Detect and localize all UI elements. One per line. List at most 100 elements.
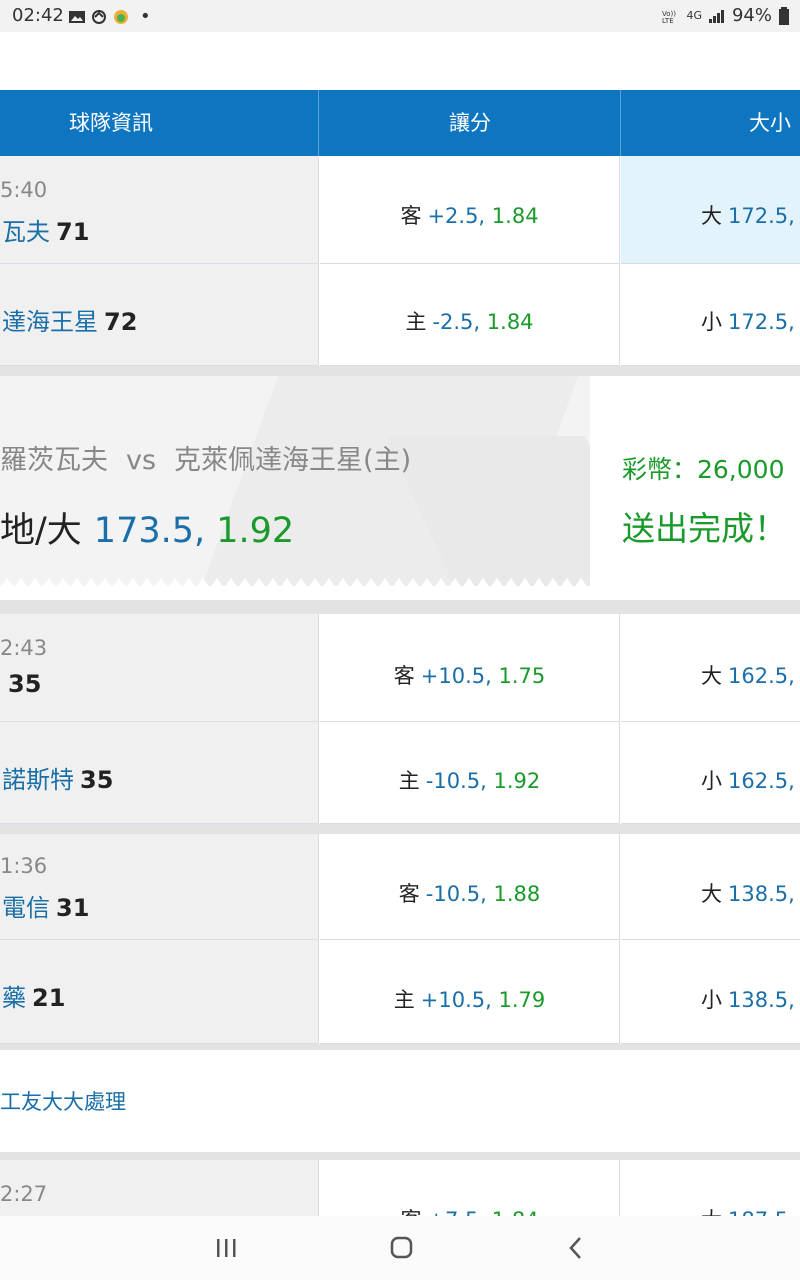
team-name: 諾斯特: [2, 766, 74, 794]
team-score: 35: [80, 766, 114, 794]
game-time: 2:43: [0, 636, 48, 660]
team-score: 72: [104, 308, 138, 336]
total-over-button[interactable]: 大 187.5,: [621, 1160, 800, 1216]
team-score: 71: [56, 218, 90, 246]
spread-price: 1.84: [492, 1208, 539, 1216]
spread-line: -10.5,: [425, 769, 487, 793]
spread-line: -2.5,: [432, 310, 481, 334]
spread-line: +7.5,: [427, 1208, 485, 1216]
total-side: 小: [701, 769, 722, 793]
spread-side: 主: [398, 769, 420, 793]
ticket-vs: vs: [126, 445, 157, 476]
spread-away-button[interactable]: 客 +7.5, 1.84: [320, 1160, 620, 1216]
ticket-bet-label: 地/大: [0, 511, 82, 551]
spread-line: +10.5,: [420, 988, 492, 1012]
header-spread: 讓分: [449, 111, 491, 135]
ticket-matchup: 羅茨瓦夫 vs 克萊佩達海王星(主): [0, 438, 411, 477]
status-time: 02:42: [12, 5, 64, 26]
total-over-button[interactable]: 大 172.5,: [621, 156, 800, 264]
svg-text:LTE: LTE: [662, 17, 674, 24]
spread-price: 1.75: [498, 664, 546, 688]
image-icon: [69, 10, 85, 23]
spread-away-button[interactable]: 客 -10.5, 1.88: [320, 834, 620, 940]
recent-apps-icon[interactable]: [206, 1230, 246, 1266]
header-total: 大小: [749, 111, 791, 135]
spread-price: 1.79: [498, 988, 546, 1012]
coins-balance: 彩幣：26,000: [622, 455, 785, 484]
total-side: 大: [701, 1208, 722, 1216]
spread-home-button[interactable]: 主 -10.5, 1.92: [320, 722, 620, 824]
team-score: 21: [32, 984, 66, 1012]
spread-home-button[interactable]: 主 -2.5, 1.84: [320, 264, 620, 366]
bet-ticket: 羅茨瓦夫 vs 克萊佩達海王星(主) 地/大 173.5, 1.92: [0, 376, 590, 586]
spread-away-button[interactable]: 客 +2.5, 1.84: [320, 156, 620, 264]
ticket-line: 173.5,: [93, 511, 206, 551]
spread-side: 主: [393, 988, 415, 1012]
team-home: 藥 21: [2, 978, 65, 1013]
total-under-button[interactable]: 小 162.5,: [621, 722, 800, 824]
notice-text[interactable]: 工友大大處理: [0, 1086, 126, 1116]
status-bar: 02:42 • Vo)) LTE 4G 94%: [0, 0, 800, 32]
odds-table-header: 球隊資訊 讓分 大小: [0, 90, 800, 156]
team-home: 達海王星 72: [2, 302, 137, 337]
section-divider: [0, 1152, 800, 1160]
total-over-button[interactable]: 大 162.5,: [621, 614, 800, 722]
notice-row: 工友大大處理: [0, 1050, 800, 1152]
total-over-button[interactable]: 大 138.5,: [621, 834, 800, 940]
game-row: 2:27 客 +7.5, 1.84 大 187.5,: [0, 1160, 800, 1216]
total-line: 162.5,: [728, 664, 795, 688]
system-nav-bar: [0, 1216, 800, 1280]
team-home: 諾斯特 35: [2, 760, 113, 795]
game-time: 2:27: [0, 1182, 48, 1206]
spread-line: +2.5,: [427, 204, 486, 228]
total-side: 大: [701, 882, 722, 906]
spread-side: 客: [393, 664, 415, 688]
spread-side: 客: [400, 1208, 421, 1216]
submit-done-message: 送出完成！: [622, 509, 787, 548]
spread-price: 1.84: [486, 310, 534, 334]
total-side: 小: [701, 988, 722, 1012]
spread-price: 1.88: [493, 882, 541, 906]
spread-line: +10.5,: [420, 664, 492, 688]
ticket-away-team: 羅茨瓦夫: [0, 445, 108, 476]
team-cell-away: 5:40 瓦夫 71: [0, 156, 319, 264]
team-name: 達海王星: [2, 308, 98, 336]
ticket-home-team: 克萊佩達海王星(主): [174, 445, 412, 476]
total-under-button[interactable]: 小 138.5,: [621, 940, 800, 1044]
home-icon[interactable]: [381, 1230, 421, 1266]
total-under-button[interactable]: 小 172.5,: [621, 264, 800, 366]
team-name: 藥: [2, 984, 26, 1012]
section-divider: [0, 366, 800, 376]
total-line: 172.5,: [728, 310, 795, 334]
status-dot: •: [140, 6, 151, 27]
team-cell-home: 諾斯特 35: [0, 722, 319, 824]
spread-side: 主: [405, 310, 427, 334]
spread-line: -10.5,: [425, 882, 487, 906]
game-row: 1:36 電信 31 客 -10.5, 1.88 大 138.5, 藥 21 主 +10.…: [0, 834, 800, 1044]
spread-away-button[interactable]: 客 +10.5, 1.75: [320, 614, 620, 722]
app-face-icon: [114, 9, 128, 24]
spread-home-button[interactable]: 主 +10.5, 1.79: [320, 940, 620, 1044]
total-line: 138.5,: [728, 882, 795, 906]
section-divider: [0, 824, 800, 834]
team-cell-home: 藥 21: [0, 940, 319, 1044]
signal-icon: [708, 9, 724, 23]
team-cell-away: 1:36 電信 31: [0, 834, 319, 940]
header-divider: [318, 90, 319, 156]
top-panel: [0, 32, 800, 90]
ticket-zigzag-edge: [1, 578, 590, 586]
back-icon[interactable]: [556, 1230, 596, 1266]
header-team-info: 球隊資訊: [69, 111, 153, 135]
total-line: 138.5,: [728, 988, 795, 1012]
spread-price: 1.92: [493, 769, 541, 793]
team-away: 瓦夫 71: [2, 212, 89, 247]
spread-side: 客: [398, 882, 420, 906]
total-side: 大: [701, 204, 722, 228]
game-row: 5:40 瓦夫 71 客 +2.5, 1.84 大 172.5, 達海王星 72 主 -2…: [0, 156, 800, 366]
section-divider: [0, 600, 800, 614]
team-name: 電信: [2, 894, 50, 922]
cloud-sync-icon: [92, 9, 106, 24]
battery-percent: 94%: [731, 5, 772, 26]
team-cell-home: 達海王星 72: [0, 264, 319, 366]
ticket-bet-line: 地/大 173.5, 1.92: [0, 502, 294, 553]
